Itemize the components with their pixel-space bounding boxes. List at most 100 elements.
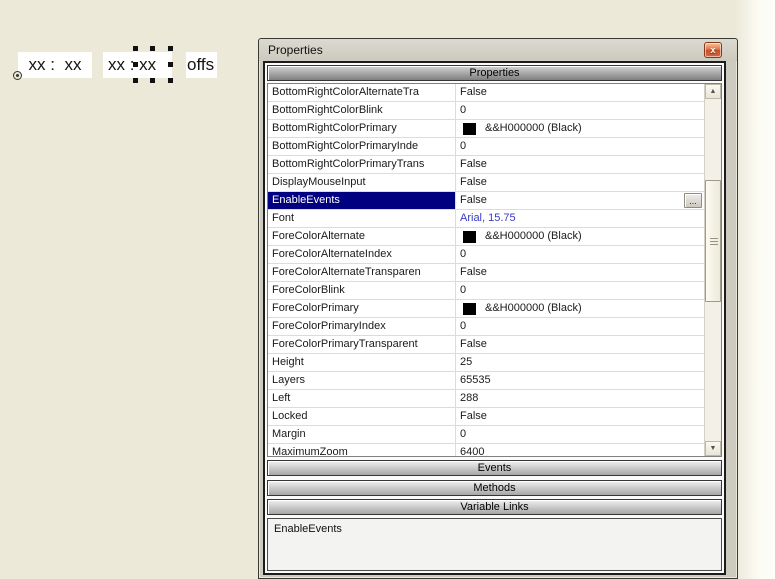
canvas-label-offset[interactable]: offs: [186, 52, 217, 78]
property-value-cell[interactable]: 25: [456, 354, 704, 371]
property-value-text: False: [460, 264, 487, 281]
property-name-cell[interactable]: ForeColorBlink: [268, 282, 456, 299]
property-name-cell[interactable]: EnableEvents: [268, 192, 456, 209]
property-value-cell[interactable]: 65535: [456, 372, 704, 389]
property-value-cell[interactable]: False: [456, 192, 704, 209]
property-name-cell[interactable]: BottomRightColorPrimaryTrans: [268, 156, 456, 173]
selection-handle[interactable]: [133, 62, 138, 67]
property-row[interactable]: ForeColorPrimary &&H000000 (Black): [268, 300, 704, 318]
property-row[interactable]: BottomRightColorBlink0: [268, 102, 704, 120]
selection-handle[interactable]: [168, 62, 173, 67]
property-row[interactable]: Left288: [268, 390, 704, 408]
property-value-cell[interactable]: False: [456, 336, 704, 353]
scroll-down-button[interactable]: ▼: [705, 441, 721, 456]
property-row[interactable]: ForeColorAlternateTransparenFalse: [268, 264, 704, 282]
property-name-cell[interactable]: ForeColorPrimaryTransparent: [268, 336, 456, 353]
property-name-cell[interactable]: Locked: [268, 408, 456, 425]
property-row[interactable]: LockedFalse: [268, 408, 704, 426]
property-name-cell[interactable]: BottomRightColorPrimaryInde: [268, 138, 456, 155]
property-row[interactable]: FontArial, 15.75: [268, 210, 704, 228]
property-name-cell[interactable]: BottomRightColorPrimary: [268, 120, 456, 137]
anchor-point-icon: [13, 71, 22, 80]
scroll-down-icon: ▼: [710, 445, 717, 452]
property-row[interactable]: ForeColorBlink0: [268, 282, 704, 300]
property-row[interactable]: BottomRightColorPrimary &&H000000 (Black): [268, 120, 704, 138]
property-value-cell[interactable]: 0: [456, 282, 704, 299]
property-value-cell[interactable]: 0: [456, 138, 704, 155]
property-value-cell[interactable]: 0: [456, 318, 704, 335]
property-name-cell[interactable]: ForeColorPrimary: [268, 300, 456, 317]
selection-handle[interactable]: [168, 78, 173, 83]
property-value-cell[interactable]: 0: [456, 426, 704, 443]
property-row[interactable]: DisplayMouseInputFalse: [268, 174, 704, 192]
selection-handle[interactable]: [150, 46, 155, 51]
property-name-cell[interactable]: BottomRightColorAlternateTra: [268, 84, 456, 101]
property-value-cell[interactable]: Arial, 15.75: [456, 210, 704, 227]
property-row[interactable]: Height25: [268, 354, 704, 372]
property-value-cell[interactable]: 0: [456, 246, 704, 263]
scroll-up-button[interactable]: ▲: [705, 84, 721, 99]
property-value-cell[interactable]: False: [456, 84, 704, 101]
events-section-button[interactable]: Events: [267, 460, 722, 476]
property-value-text: False: [460, 192, 487, 209]
property-value-text: 0: [460, 426, 466, 443]
canvas-label-time[interactable]: xx : xx: [18, 52, 92, 78]
property-name-cell[interactable]: ForeColorAlternateTransparen: [268, 264, 456, 281]
selection-handle[interactable]: [133, 78, 138, 83]
property-name-cell[interactable]: DisplayMouseInput: [268, 174, 456, 191]
property-name-cell[interactable]: ForeColorAlternate: [268, 228, 456, 245]
property-value-cell[interactable]: &&H000000 (Black): [456, 300, 704, 317]
property-row[interactable]: BottomRightColorPrimaryInde0: [268, 138, 704, 156]
property-name-cell[interactable]: Left: [268, 390, 456, 407]
properties-window: Properties x Properties BottomRightColor…: [258, 38, 738, 579]
property-value-cell[interactable]: &&H000000 (Black): [456, 228, 704, 245]
property-name-cell[interactable]: Font: [268, 210, 456, 227]
methods-section-button[interactable]: Methods: [267, 480, 722, 496]
property-value-text: &&H000000 (Black): [485, 228, 582, 245]
property-row[interactable]: MaximumZoom 6400: [268, 444, 704, 456]
property-name-cell[interactable]: BottomRightColorBlink: [268, 102, 456, 119]
selection-handle[interactable]: [150, 78, 155, 83]
property-value-cell[interactable]: False: [456, 264, 704, 281]
variable-links-section-button[interactable]: Variable Links: [267, 499, 722, 515]
property-row[interactable]: EnableEventsFalse...: [268, 192, 704, 210]
property-grid-rows: BottomRightColorAlternateTraFalseBottomR…: [268, 84, 704, 456]
close-button[interactable]: x: [704, 42, 722, 58]
property-value-cell[interactable]: &&H000000 (Black): [456, 120, 704, 137]
selection-handle[interactable]: [168, 46, 173, 51]
property-row[interactable]: Layers65535: [268, 372, 704, 390]
property-value-text: 6400: [460, 444, 484, 456]
property-row[interactable]: ForeColorPrimaryTransparentFalse: [268, 336, 704, 354]
property-value-text: &&H000000 (Black): [485, 120, 582, 137]
window-titlebar[interactable]: Properties: [259, 39, 737, 61]
property-row[interactable]: ForeColorAlternateIndex0: [268, 246, 704, 264]
properties-section-button[interactable]: Properties: [267, 65, 722, 81]
property-name-cell[interactable]: Layers: [268, 372, 456, 389]
property-value-cell[interactable]: 288: [456, 390, 704, 407]
property-row[interactable]: ForeColorPrimaryIndex0: [268, 318, 704, 336]
property-value-cell[interactable]: 6400: [456, 444, 704, 456]
scrollbar-thumb[interactable]: [705, 180, 721, 302]
property-row[interactable]: BottomRightColorPrimaryTransFalse: [268, 156, 704, 174]
property-value-text: &&H000000 (Black): [485, 300, 582, 317]
window-title: Properties: [268, 43, 323, 57]
property-row[interactable]: BottomRightColorAlternateTraFalse: [268, 84, 704, 102]
vertical-scrollbar[interactable]: ▲ ▼: [704, 84, 721, 456]
ellipsis-button[interactable]: ...: [684, 193, 702, 208]
property-row[interactable]: Margin0: [268, 426, 704, 444]
property-value-cell[interactable]: False: [456, 408, 704, 425]
property-name-cell[interactable]: MaximumZoom: [268, 444, 456, 456]
property-name-cell[interactable]: ForeColorPrimaryIndex: [268, 318, 456, 335]
property-grid: BottomRightColorAlternateTraFalseBottomR…: [267, 83, 722, 457]
property-value-cell[interactable]: False: [456, 174, 704, 191]
properties-panel: Properties BottomRightColorAlternateTraF…: [263, 61, 726, 575]
color-swatch-icon: [463, 123, 476, 135]
property-value-cell[interactable]: 0: [456, 102, 704, 119]
property-name-cell[interactable]: Height: [268, 354, 456, 371]
selection-handle[interactable]: [133, 46, 138, 51]
property-name-cell[interactable]: ForeColorAlternateIndex: [268, 246, 456, 263]
property-name-cell[interactable]: Margin: [268, 426, 456, 443]
property-value-text: 0: [460, 138, 466, 155]
property-row[interactable]: ForeColorAlternate &&H000000 (Black): [268, 228, 704, 246]
property-value-cell[interactable]: False: [456, 156, 704, 173]
